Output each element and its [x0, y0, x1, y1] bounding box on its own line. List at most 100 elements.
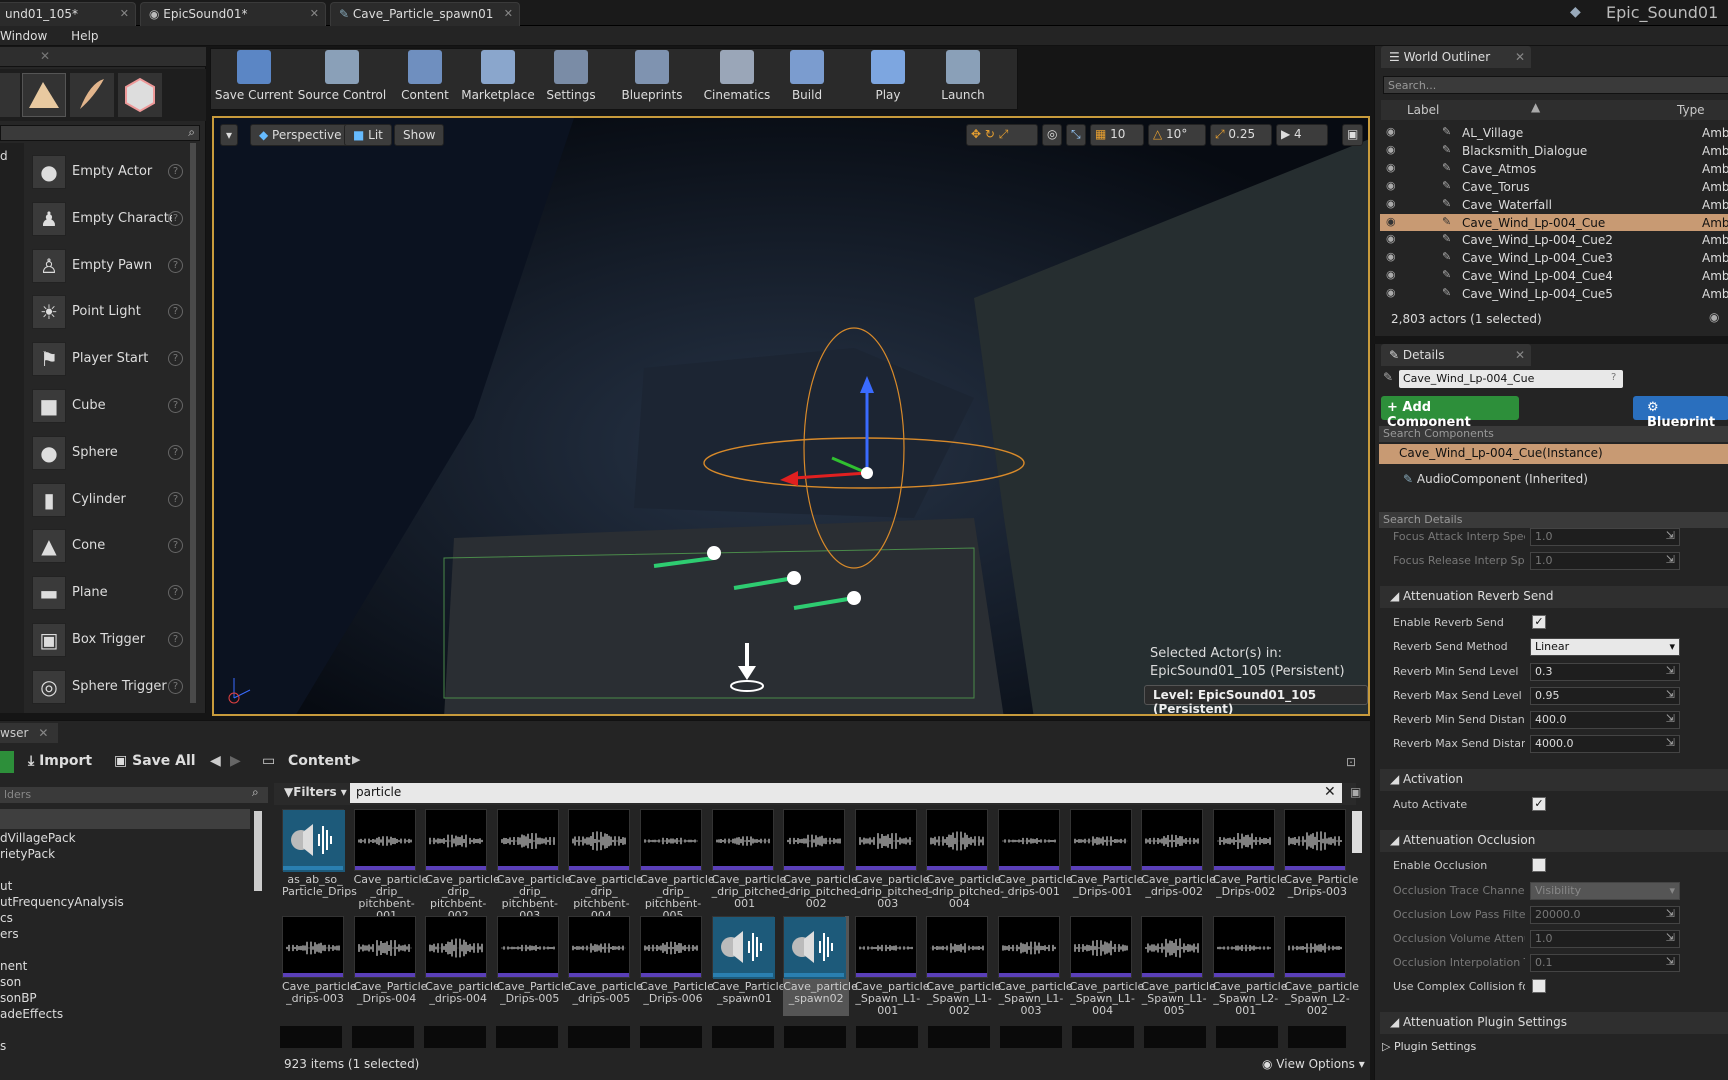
import-button[interactable]: ⤓ Import — [28, 753, 92, 769]
reset-icon[interactable]: ⇲ — [1666, 553, 1675, 566]
transform-tools[interactable]: ✥ ↻ ⤢ — [966, 124, 1038, 146]
build-button[interactable]: Build — [782, 50, 832, 106]
help-icon[interactable]: ? — [168, 585, 183, 601]
help-icon[interactable]: ? — [168, 491, 183, 507]
save-all-button[interactable]: ▣ Save All — [114, 753, 196, 769]
viewport[interactable]: ▾ ◆ Perspective ■ Lit Show ✥ ↻ ⤢ ◎ ⤡ ▦ 1… — [212, 116, 1370, 716]
tab-level[interactable]: und01_105* ✕ — [0, 2, 136, 26]
folder-item[interactable]: son — [0, 975, 21, 989]
show-button[interactable]: Show — [394, 124, 445, 146]
sound-wave-asset[interactable]: Cave_particle _drips-001 — [998, 809, 1073, 909]
content-browser-tab[interactable]: wser ✕ — [0, 723, 58, 743]
eye-icon[interactable]: ◉ — [1386, 286, 1396, 299]
search-details-input[interactable]: Search Details — [1379, 512, 1728, 528]
cinematics-button[interactable]: Cinematics — [694, 50, 780, 106]
sound-wave-asset[interactable]: Cave_particle _drip_ pitchbent-003 — [496, 809, 571, 922]
sound-cue-asset[interactable]: Cave_particle _spawn02 — [783, 916, 858, 1016]
help-icon[interactable]: ? — [168, 444, 183, 460]
sound-wave-asset[interactable]: Cave_particle _drips-004 — [425, 916, 500, 1016]
place-item[interactable]: ▣ Box Trigger? — [28, 619, 190, 661]
place-item[interactable]: ♟ Empty Characte? — [28, 198, 190, 240]
reset-icon[interactable]: ⇲ — [1666, 907, 1675, 920]
sound-wave-asset[interactable]: Cave_particle _Spawn_L1- 001 — [854, 916, 929, 1017]
folder-item[interactable]: ers — [0, 927, 19, 941]
place-item[interactable]: ⚑ Player Start? — [28, 338, 190, 380]
sound-wave-asset[interactable]: Cave_particle _drip_ pitchbent-001 — [353, 809, 428, 922]
occlusion-interp-input[interactable]: 0.1 ⇲ — [1530, 954, 1680, 972]
outliner-tab[interactable]: ☰ World Outliner ✕ — [1381, 46, 1531, 68]
folder-scrollbar[interactable] — [254, 811, 262, 891]
asset-search-input[interactable]: particle — [350, 783, 1342, 803]
folder-item[interactable]: s — [0, 1039, 6, 1053]
sound-wave-asset[interactable]: Cave_Particle _Drips-001 — [1069, 809, 1143, 909]
source-control-button[interactable]: Source Control — [294, 50, 390, 106]
help-icon[interactable]: ? — [168, 538, 183, 554]
reverb-method-select[interactable]: Linear ▾ — [1530, 638, 1680, 656]
section-reverb[interactable]: ◢ Attenuation Reverb Send — [1380, 586, 1728, 608]
grid-snap-button[interactable]: ▦ 10 — [1090, 124, 1144, 146]
help-icon[interactable]: ? — [168, 257, 183, 273]
outliner-row[interactable]: ◉ ✎ Cave_Wind_Lp-004_Cue2 Ambient — [1380, 231, 1728, 248]
sound-wave-asset[interactable]: Cave_particle _drips-003 — [282, 916, 357, 1016]
close-icon[interactable]: ✕ — [310, 7, 319, 20]
sound-wave-asset[interactable]: Cave_particle _drip_ pitchbent-002 — [425, 809, 500, 922]
actor-name-input[interactable]: Cave_Wind_Lp-004_Cue — [1399, 370, 1623, 388]
folder-item[interactable]: rietyPack — [0, 847, 55, 861]
asset-scrollbar[interactable] — [1352, 811, 1362, 853]
section-occlusion[interactable]: ◢ Attenuation Occlusion — [1380, 830, 1728, 852]
path-arrow-icon[interactable]: ▶ — [352, 753, 360, 766]
foliage-mode-icon[interactable] — [70, 73, 114, 117]
eye-icon[interactable]: ◉ — [1386, 125, 1396, 138]
reset-icon[interactable]: ⇲ — [1666, 736, 1675, 749]
help-icon[interactable]: ? — [168, 678, 183, 694]
reset-icon[interactable]: ⇲ — [1666, 931, 1675, 944]
eye-icon[interactable]: ◉ — [1386, 143, 1396, 156]
complex-collision-checkbox[interactable] — [1532, 979, 1546, 993]
reset-icon[interactable]: ⇲ — [1666, 688, 1675, 701]
eye-icon[interactable]: ◉ — [1386, 268, 1396, 281]
sound-wave-asset[interactable]: Cave_Particle _Drips-003 — [1284, 809, 1358, 909]
reset-icon[interactable]: ⇲ — [1666, 529, 1675, 542]
close-icon[interactable]: ✕ — [1515, 348, 1525, 362]
save-button[interactable]: Save Current — [214, 50, 294, 106]
place-item[interactable]: ▬ Plane? — [28, 572, 190, 614]
sound-wave-asset[interactable]: Cave_particle _drip_pitched- 002 — [783, 809, 861, 910]
outliner-search-input[interactable]: Search... — [1383, 76, 1728, 94]
close-icon[interactable]: ✕ — [40, 49, 50, 63]
focus-release-input[interactable]: 1.0 ⇲ — [1530, 552, 1680, 570]
menu-window[interactable]: Window — [0, 26, 57, 46]
sound-wave-asset[interactable]: Cave_particle _drips-002 — [1141, 809, 1216, 909]
folder-item[interactable]: adeEffects — [0, 1007, 63, 1021]
eye-icon[interactable]: ◉ — [1386, 232, 1396, 245]
view-options-button[interactable]: ◉ View Options ▾ — [1262, 1057, 1365, 1071]
filters-button[interactable]: ▼Filters ▾ — [284, 785, 347, 799]
outliner-row[interactable]: ◉ ✎ Blacksmith_Dialogue Ambient — [1380, 142, 1728, 159]
component-instance[interactable]: Cave_Wind_Lp-004_Cue(Instance) — [1379, 444, 1728, 464]
close-icon[interactable]: ✕ — [38, 726, 48, 740]
sound-wave-asset[interactable]: Cave_Particle _Drips-005 — [496, 916, 571, 1016]
outliner-row[interactable]: ◉ ✎ Cave_Wind_Lp-004_Cue3 Ambient — [1380, 249, 1728, 266]
reset-icon[interactable]: ⇲ — [1666, 955, 1675, 968]
sound-wave-asset[interactable]: Cave_particle _drips-005 — [568, 916, 643, 1016]
rotation-snap-button[interactable]: △ 10° — [1148, 124, 1206, 146]
content-button[interactable]: Content — [398, 50, 452, 106]
menu-help[interactable]: Help — [61, 26, 108, 46]
close-icon[interactable]: ✕ — [1515, 50, 1525, 64]
blueprints-button[interactable]: Blueprints — [614, 50, 690, 106]
surface-snap-icon[interactable]: ⤡ — [1066, 124, 1086, 146]
place-mode-icon[interactable] — [0, 73, 20, 117]
eye-icon[interactable]: ◉ — [1386, 197, 1396, 210]
folder-search-input[interactable]: lders — [0, 787, 268, 803]
world-icon[interactable]: ◎ — [1042, 124, 1063, 146]
sound-wave-asset[interactable]: Cave_particle _Spawn_L2- 001 — [1212, 916, 1287, 1017]
folder-selected[interactable] — [0, 809, 250, 829]
lit-button[interactable]: ■ Lit — [344, 124, 392, 146]
col-label[interactable]: Label — [1407, 103, 1439, 117]
launch-button[interactable]: Launch — [934, 50, 992, 106]
help-icon[interactable]: ? — [1611, 372, 1616, 383]
folder-item[interactable]: utFrequencyAnalysis — [0, 895, 124, 909]
add-new-button[interactable] — [0, 751, 14, 773]
place-item[interactable]: ♙ Empty Pawn? — [28, 245, 190, 287]
sound-wave-asset[interactable]: Cave_particle _drip_pitched- 003 — [854, 809, 932, 910]
enable-reverb-checkbox[interactable]: ✓ — [1532, 615, 1546, 629]
